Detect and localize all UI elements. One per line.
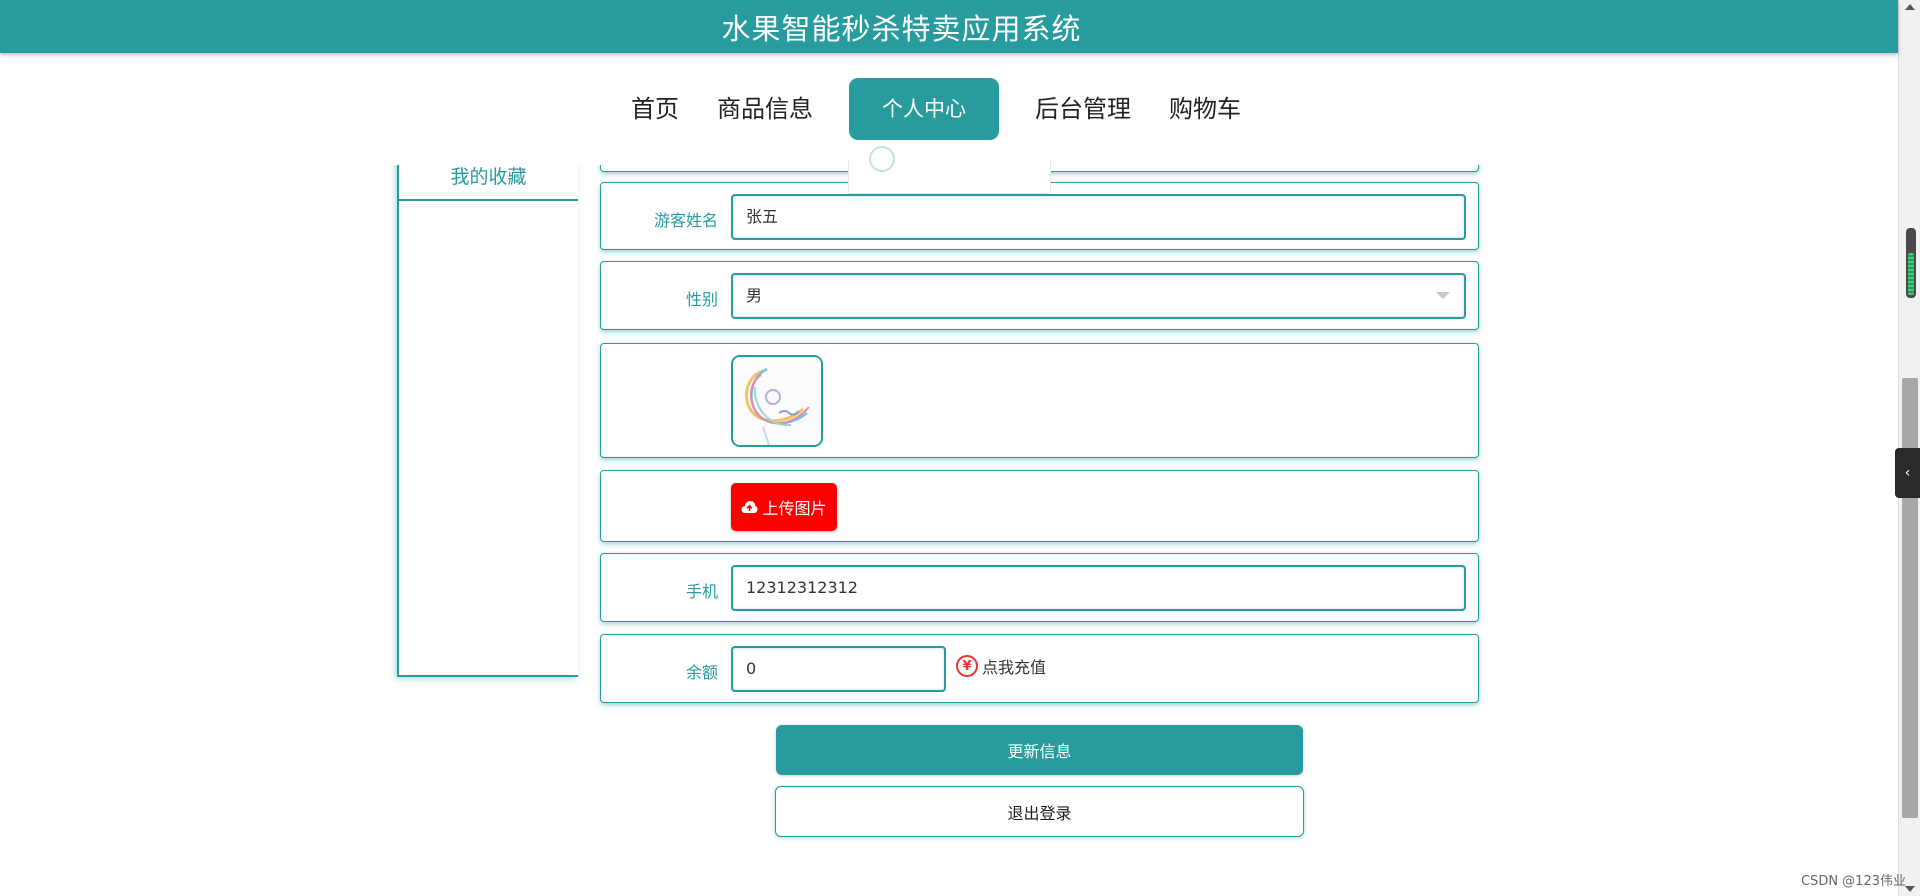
form-row-avatar	[600, 343, 1479, 458]
yen-icon: ¥	[956, 655, 978, 677]
cloud-upload-icon	[741, 501, 758, 513]
top-header-bar: 水果智能秒杀特卖应用系统	[0, 0, 1898, 53]
dropdown-circle-icon	[869, 146, 895, 172]
mini-progress-widget	[1906, 228, 1916, 298]
form-row-upload: 上传图片	[600, 470, 1479, 542]
upload-image-button[interactable]: 上传图片	[731, 483, 837, 531]
nav-item-personal-center[interactable]: 个人中心	[849, 78, 999, 140]
phone-input[interactable]: 12312312312	[731, 565, 1466, 611]
gender-select[interactable]: 男	[731, 273, 1466, 319]
nav-item-cart[interactable]: 购物车	[1150, 78, 1260, 140]
avatar-image	[733, 357, 821, 445]
logout-button[interactable]: 退出登录	[775, 786, 1304, 837]
balance-label: 余额	[685, 663, 718, 682]
watermark: CSDN @123伟业	[1800, 874, 1906, 889]
recharge-link[interactable]: ¥ 点我充值	[956, 654, 1046, 678]
chevron-down-icon	[1436, 292, 1450, 299]
gender-selected-value: 男	[746, 286, 763, 305]
app-title: 水果智能秒杀特卖应用系统	[721, 11, 1082, 46]
sidebar: 我的收藏	[397, 140, 578, 677]
nav-dropdown-panel	[848, 146, 1051, 194]
balance-input[interactable]: 0	[731, 646, 946, 692]
mini-progress-fill	[1908, 253, 1914, 295]
scroll-down-arrow-icon[interactable]	[1905, 886, 1915, 892]
scrollbar-thumb[interactable]	[1902, 378, 1918, 818]
nav-item-products[interactable]: 商品信息	[698, 78, 832, 140]
avatar[interactable]	[731, 355, 823, 447]
main-nav: 首页 商品信息 个人中心 后台管理 购物车	[612, 78, 1260, 140]
form-row-balance: 余额 0 ¥ 点我充值	[600, 634, 1479, 703]
side-collapse-tab[interactable]: ‹	[1895, 448, 1920, 498]
scroll-up-arrow-icon[interactable]	[1905, 4, 1915, 10]
gender-label: 性别	[685, 290, 718, 309]
form-row-phone: 手机 12312312312	[600, 553, 1479, 622]
phone-label: 手机	[685, 582, 718, 601]
nav-item-admin[interactable]: 后台管理	[1016, 78, 1150, 140]
visitor-name-label: 游客姓名	[653, 211, 718, 230]
chevron-left-icon: ‹	[1904, 465, 1911, 481]
visitor-name-input[interactable]: 张五	[731, 194, 1466, 240]
upload-button-label: 上传图片	[762, 499, 827, 518]
nav-item-home[interactable]: 首页	[612, 78, 698, 140]
recharge-label: 点我充值	[982, 658, 1047, 677]
form-row-gender: 性别 男	[600, 261, 1479, 330]
update-info-button[interactable]: 更新信息	[776, 725, 1303, 775]
